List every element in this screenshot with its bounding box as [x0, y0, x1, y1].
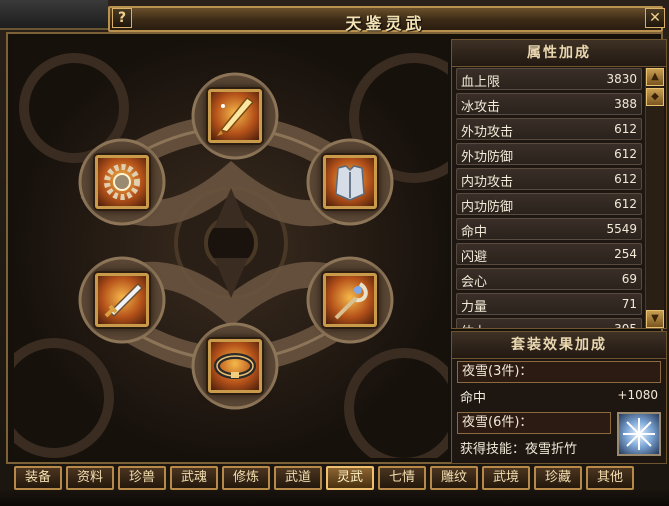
tab-5[interactable]: 武道: [274, 466, 322, 490]
attribute-label: 闪避: [461, 250, 488, 265]
tab-11[interactable]: 其他: [586, 466, 634, 490]
attribute-list[interactable]: 血上限 3830 冰攻击 388 外功攻击 612 外功防御 612 内功攻击 612 内功防御 61…: [456, 68, 642, 328]
attribute-value: 612: [614, 172, 637, 186]
attribute-value: 254: [614, 247, 637, 261]
attribute-row: 力量 71: [456, 293, 642, 315]
tab-10[interactable]: 珍藏: [534, 466, 582, 490]
attribute-scrollbar[interactable]: ▲ ◆ ▼: [645, 68, 664, 328]
attribute-value: 388: [614, 97, 637, 111]
equipment-artwork: [14, 38, 448, 458]
attribute-value: 612: [614, 197, 637, 211]
set-bonus-panel: 套装效果加成 夜雪(3件)： 命中 +1080 夜雪(6件)： 获得技能：夜雪折…: [451, 331, 667, 464]
belt-icon: [214, 353, 256, 379]
attribute-label: 内功攻击: [461, 175, 514, 190]
attribute-value: 305: [614, 322, 637, 328]
tab-8[interactable]: 雕纹: [430, 466, 478, 490]
tab-1[interactable]: 资料: [66, 466, 114, 490]
attribute-row: 内功防御 612: [456, 193, 642, 215]
attribute-heading: 属性加成: [452, 40, 666, 67]
attribute-value: 612: [614, 122, 637, 136]
slot-blade[interactable]: [208, 89, 262, 143]
attribute-label: 血上限: [461, 75, 501, 90]
attribute-value: 612: [614, 147, 637, 161]
bottom-strip: [0, 490, 669, 506]
tab-4[interactable]: 修炼: [222, 466, 270, 490]
armor-icon: [335, 165, 365, 201]
attribute-panel: 属性加成 血上限 3830 冰攻击 388 外功攻击 612 外功防御 612 内功攻击 612 内…: [451, 39, 667, 329]
attribute-value: 5549: [606, 222, 637, 236]
set-3pc-name: 夜雪(3件)：: [457, 361, 661, 383]
scroll-thumb[interactable]: ◆: [646, 88, 664, 106]
slot-belt[interactable]: [208, 339, 262, 393]
tab-2[interactable]: 珍兽: [118, 466, 166, 490]
title-bar: 天鉴灵武: [108, 6, 663, 33]
close-button[interactable]: ✕: [645, 8, 665, 28]
attribute-label: 会心: [461, 275, 488, 290]
staff-icon: [334, 282, 368, 320]
tab-9[interactable]: 武境: [482, 466, 530, 490]
tab-0[interactable]: 装备: [14, 466, 62, 490]
gear-ring-icon: [104, 164, 140, 200]
tab-bar: 装备 资料 珍兽 武魂 修炼 武道 灵武 七情 雕纹 武境 珍藏 其他: [14, 466, 634, 490]
slot-sword[interactable]: [95, 273, 149, 327]
attribute-row: 会心 69: [456, 268, 642, 290]
attribute-label: 外功防御: [461, 150, 514, 165]
attribute-label: 命中: [461, 225, 488, 240]
attribute-label: 冰攻击: [461, 100, 501, 115]
tab-7[interactable]: 七情: [378, 466, 426, 490]
attribute-value: 3830: [606, 72, 637, 86]
slot-staff[interactable]: [323, 273, 377, 327]
scroll-up-button[interactable]: ▲: [646, 68, 664, 86]
set-bonus-heading: 套装效果加成: [452, 332, 666, 359]
attribute-row: 血上限 3830: [456, 68, 642, 90]
attribute-row: 外功攻击 612: [456, 118, 642, 140]
sword-icon: [104, 282, 144, 318]
golden-blade-icon: [217, 96, 255, 136]
set-6pc-name: 夜雪(6件)：: [457, 412, 611, 434]
ice-skill-icon[interactable]: [617, 412, 661, 456]
ling-wu-window: 天鉴灵武 ? ✕ 属性加成 血上限 3830 冰攻击 388 外功攻击 612 …: [0, 0, 669, 506]
attribute-label: 外功攻击: [461, 125, 514, 140]
attribute-label: 内功防御: [461, 200, 514, 215]
set-3pc-stat: 命中 +1080: [460, 387, 658, 406]
attribute-row: 体力 305: [456, 318, 642, 328]
attribute-label: 力量: [461, 300, 488, 315]
attribute-label: 体力: [461, 321, 487, 328]
help-button[interactable]: ?: [112, 8, 132, 28]
slot-gear-ring[interactable]: [95, 155, 149, 209]
top-strip: [0, 0, 108, 30]
snowflake-icon: [623, 418, 655, 450]
attribute-row: 外功防御 612: [456, 143, 642, 165]
tab-6[interactable]: 灵武: [326, 466, 374, 490]
scroll-down-button[interactable]: ▼: [646, 310, 664, 328]
set-3pc-stat-value: +1080: [617, 388, 658, 402]
attribute-row: 冰攻击 388: [456, 93, 642, 115]
window-title: 天鉴灵武: [345, 14, 426, 33]
set-3pc-stat-label: 命中: [460, 391, 487, 406]
attribute-value: 71: [621, 297, 637, 311]
attribute-row: 内功攻击 612: [456, 168, 642, 190]
attribute-row: 命中 5549: [456, 218, 642, 240]
tab-3[interactable]: 武魂: [170, 466, 218, 490]
attribute-row: 闪避 254: [456, 243, 642, 265]
slot-armor[interactable]: [323, 155, 377, 209]
attribute-value: 69: [621, 272, 637, 286]
